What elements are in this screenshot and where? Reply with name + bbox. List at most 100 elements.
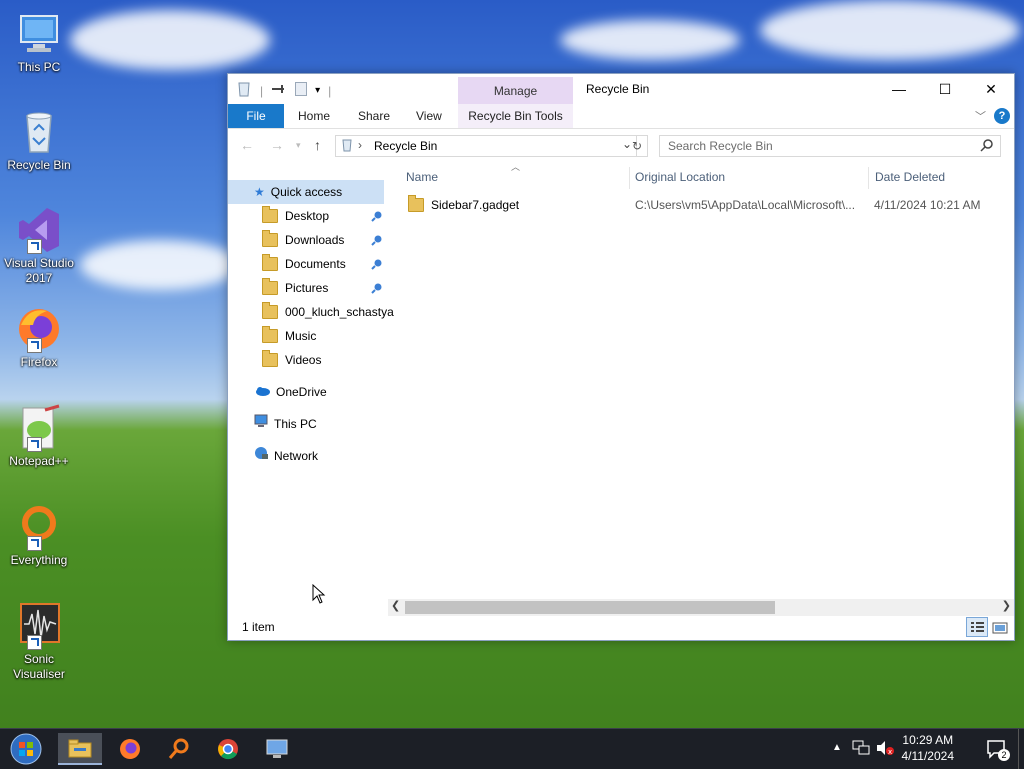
nav-item-label: This PC: [274, 417, 317, 431]
notepad-plus-plus-icon: [15, 404, 63, 452]
search-icon[interactable]: [980, 138, 994, 155]
scroll-right-arrow-icon[interactable]: ❯: [1002, 599, 1011, 612]
recent-locations-chevron-icon[interactable]: ▾: [296, 140, 301, 151]
nav-item-onedrive[interactable]: OneDrive: [254, 380, 327, 404]
column-header-date-deleted[interactable]: Date Deleted: [875, 167, 945, 187]
videos-folder-icon: [262, 350, 278, 367]
file-row[interactable]: Sidebar7.gadget C:\Users\vm5\AppData\Loc…: [404, 193, 1004, 217]
large-icons-view-button[interactable]: [990, 619, 1010, 637]
nav-item-label: Desktop: [285, 209, 330, 223]
original-location-cell: C:\Users\vm5\AppData\Local\Microsoft\...: [635, 198, 856, 212]
computer-icon: [254, 412, 268, 436]
help-icon[interactable]: ?: [994, 108, 1010, 124]
file-name-cell: Sidebar7.gadget: [408, 193, 519, 217]
system-clock[interactable]: 10:29 AM 4/11/2024: [902, 732, 955, 764]
details-view-button[interactable]: [966, 617, 988, 637]
breadcrumb-recycle-bin[interactable]: Recycle Bin: [374, 139, 437, 153]
nav-item-videos[interactable]: Videos: [262, 348, 321, 372]
pin-icon[interactable]: [371, 258, 383, 270]
minimize-button[interactable]: —: [876, 74, 922, 104]
column-divider[interactable]: [868, 167, 869, 189]
title-bar[interactable]: | ▾ | Manage Recycle Bin — ☐ ✕: [228, 74, 1014, 105]
volume-muted-icon[interactable]: x: [876, 740, 894, 759]
tab-share[interactable]: Share: [358, 104, 390, 128]
nav-item-desktop[interactable]: Desktop: [262, 204, 329, 228]
tab-home[interactable]: Home: [298, 104, 330, 128]
pin-icon[interactable]: [371, 234, 383, 246]
column-header-original-location[interactable]: Original Location: [635, 167, 725, 187]
file-name: Sidebar7.gadget: [431, 198, 520, 212]
address-bar[interactable]: › Recycle Bin ⌄: [335, 135, 637, 157]
taskbar-everything[interactable]: [157, 733, 201, 765]
desktop-icon-everything[interactable]: Everything: [2, 503, 76, 568]
nav-item-pictures[interactable]: Pictures: [262, 276, 328, 300]
recycle-bin-icon: [15, 108, 63, 156]
nav-item-documents[interactable]: Documents: [262, 252, 346, 276]
start-button[interactable]: [4, 733, 48, 765]
desktop-icon-firefox[interactable]: Firefox: [2, 305, 76, 370]
show-hidden-icons-chevron-icon[interactable]: ▲: [832, 742, 842, 753]
column-header-name[interactable]: Name: [406, 167, 438, 187]
refresh-button[interactable]: ↻: [627, 135, 648, 157]
maximize-button[interactable]: ☐: [922, 74, 968, 104]
desktop-icon-label: Visual Studio 2017: [4, 256, 74, 285]
tab-view[interactable]: View: [416, 104, 442, 128]
close-button[interactable]: ✕: [968, 74, 1014, 104]
explorer-window: | ▾ | Manage Recycle Bin — ☐ ✕ File Home…: [227, 73, 1015, 641]
tab-manage[interactable]: Manage: [458, 77, 573, 105]
search-box[interactable]: Search Recycle Bin: [659, 135, 1001, 157]
nav-item-label: 000_kluch_schastya: [285, 305, 394, 319]
nav-item-downloads[interactable]: Downloads: [262, 228, 344, 252]
desktop-icon-visual-studio[interactable]: Visual Studio 2017: [2, 206, 76, 286]
clock-time: 10:29 AM: [902, 733, 954, 747]
taskbar-file-explorer[interactable]: [58, 733, 102, 765]
taskbar: ▲ x 10:29 AM 4/11/2024 2: [0, 728, 1024, 769]
forward-button[interactable]: →: [270, 137, 284, 153]
desktop-icon-notepad-plus-plus[interactable]: Notepad++: [2, 404, 76, 469]
new-folder-icon[interactable]: [295, 82, 308, 99]
nav-item-quick-access[interactable]: ★ Quick access: [228, 180, 384, 204]
window-title: Recycle Bin: [586, 82, 650, 96]
show-desktop-button[interactable]: [1018, 729, 1024, 769]
shortcut-arrow-icon: [27, 536, 42, 551]
nav-item-music[interactable]: Music: [262, 324, 316, 348]
up-button[interactable]: ↑: [314, 137, 321, 153]
desktop-icon-label: Notepad++: [9, 454, 69, 468]
firefox-icon: [15, 305, 63, 353]
taskbar-remote-desktop[interactable]: [255, 733, 299, 765]
taskbar-chrome[interactable]: [206, 733, 250, 765]
action-center-button[interactable]: 2: [986, 737, 1010, 761]
expand-ribbon-chevron-icon[interactable]: ﹀: [975, 108, 986, 124]
search-input[interactable]: Search Recycle Bin: [668, 139, 773, 153]
onedrive-cloud-icon: [254, 380, 270, 404]
folder-icon: [262, 254, 278, 271]
navigation-pane: ★ Quick access Desktop Downloads Documen…: [228, 174, 394, 610]
nav-item-this-pc[interactable]: This PC: [254, 412, 317, 436]
customize-toolbar-chevron-icon[interactable]: ▾: [315, 85, 320, 96]
column-divider[interactable]: [629, 167, 630, 189]
status-bar: 1 item: [228, 614, 1014, 640]
pin-icon[interactable]: [371, 282, 383, 294]
everything-search-icon: [15, 503, 63, 551]
sort-ascending-chevron-icon: ︿: [511, 162, 521, 172]
desktop-icon-this-pc[interactable]: This PC: [2, 10, 76, 75]
properties-icon[interactable]: [271, 83, 287, 98]
desktop-icon-label: Everything: [10, 553, 68, 567]
breadcrumb-separator-icon: ›: [358, 138, 362, 152]
nav-item-label: Documents: [285, 257, 346, 271]
back-button[interactable]: ←: [240, 137, 254, 153]
tab-recycle-bin-tools[interactable]: Recycle Bin Tools: [458, 104, 573, 128]
taskbar-firefox[interactable]: [108, 733, 152, 765]
nav-item-network[interactable]: Network: [254, 444, 318, 468]
network-status-icon[interactable]: [852, 740, 870, 759]
nav-item-000-kluch-schastya[interactable]: 000_kluch_schastya: [262, 300, 394, 324]
mouse-cursor-icon: [312, 583, 326, 607]
nav-item-label: Downloads: [285, 233, 345, 247]
desktop-icon-sonic-visualiser[interactable]: Sonic Visualiser: [2, 602, 76, 682]
tab-file[interactable]: File: [228, 104, 284, 128]
desktop-icon-recycle-bin[interactable]: Recycle Bin: [2, 108, 76, 173]
scroll-left-arrow-icon[interactable]: ❮: [391, 599, 400, 612]
scrollbar-thumb[interactable]: [405, 601, 775, 614]
pin-icon[interactable]: [371, 210, 383, 222]
quick-access-toolbar: | ▾ |: [236, 81, 331, 100]
